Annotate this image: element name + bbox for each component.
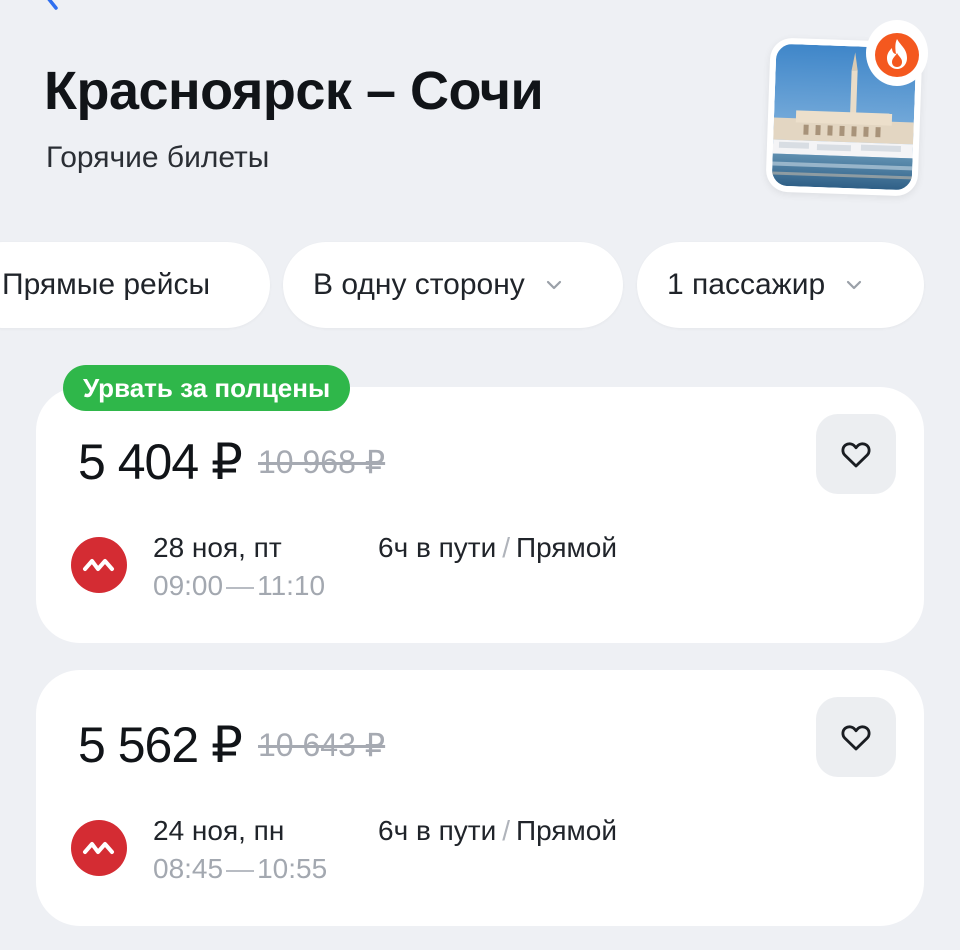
fire-icon [875,33,919,77]
filter-bar: Прямые рейсы В одну сторону 1 пассажир [0,242,960,328]
flight-times: 09:00 11:10 [153,570,325,602]
hot-tickets-screen: Красноярск – Сочи Горячие билеты Прямые … [0,0,960,950]
flight-stops: Прямой [516,532,618,563]
flight-date: 28 ноя, пт [153,532,282,563]
departure-time: 08:45 [153,853,224,884]
flight-times: 08:45 10:55 [153,853,327,885]
old-price: 10 968 ₽ [258,444,386,480]
flight-info: 6ч в пути / Прямой [378,815,618,846]
ticket-price: 5 562 ₽ [78,717,243,773]
old-price: 10 643 ₽ [258,727,386,763]
passengers-dropdown[interactable]: 1 пассажир [637,242,924,328]
hot-badge [866,20,928,86]
heart-icon [841,725,871,751]
ticket-price: 5 404 ₽ [78,434,243,490]
chevron-down-icon [847,280,862,290]
flight-stops: Прямой [516,815,618,846]
flight-duration: 6ч в пути [378,532,497,563]
arrival-time: 11:10 [257,570,326,601]
filter-label: В одну сторону [313,268,525,301]
flight-duration: 6ч в пути [378,815,497,846]
direct-flights-filter[interactable]: Прямые рейсы [0,242,270,328]
nordwind-logo-icon [71,820,127,876]
flight-info: 6ч в пути / Прямой [378,532,618,563]
filter-label: 1 пассажир [667,268,826,301]
favorite-button[interactable] [816,697,896,777]
favorite-button[interactable] [816,414,896,494]
page-subtitle: Горячие билеты [46,141,270,174]
trip-type-dropdown[interactable]: В одну сторону [283,242,623,328]
heart-icon [841,442,871,468]
ticket-card[interactable]: 5 404 ₽ 10 968 ₽ 28 ноя, пт 09:00 11:10 6… [36,387,924,643]
ticket-card[interactable]: 5 562 ₽ 10 643 ₽ 24 ноя, пн 08:45 10:55 6… [36,670,924,926]
arrival-time: 10:55 [257,853,328,884]
filter-label: Прямые рейсы [2,268,211,301]
page-title: Красноярск – Сочи [44,61,544,121]
flight-date: 24 ноя, пн [153,815,285,846]
chevron-down-icon [546,280,561,290]
chevron-left-icon[interactable] [40,0,64,10]
nordwind-logo-icon [71,537,127,593]
deal-badge: Урвать за полцены [63,365,351,411]
departure-time: 09:00 [153,570,224,601]
